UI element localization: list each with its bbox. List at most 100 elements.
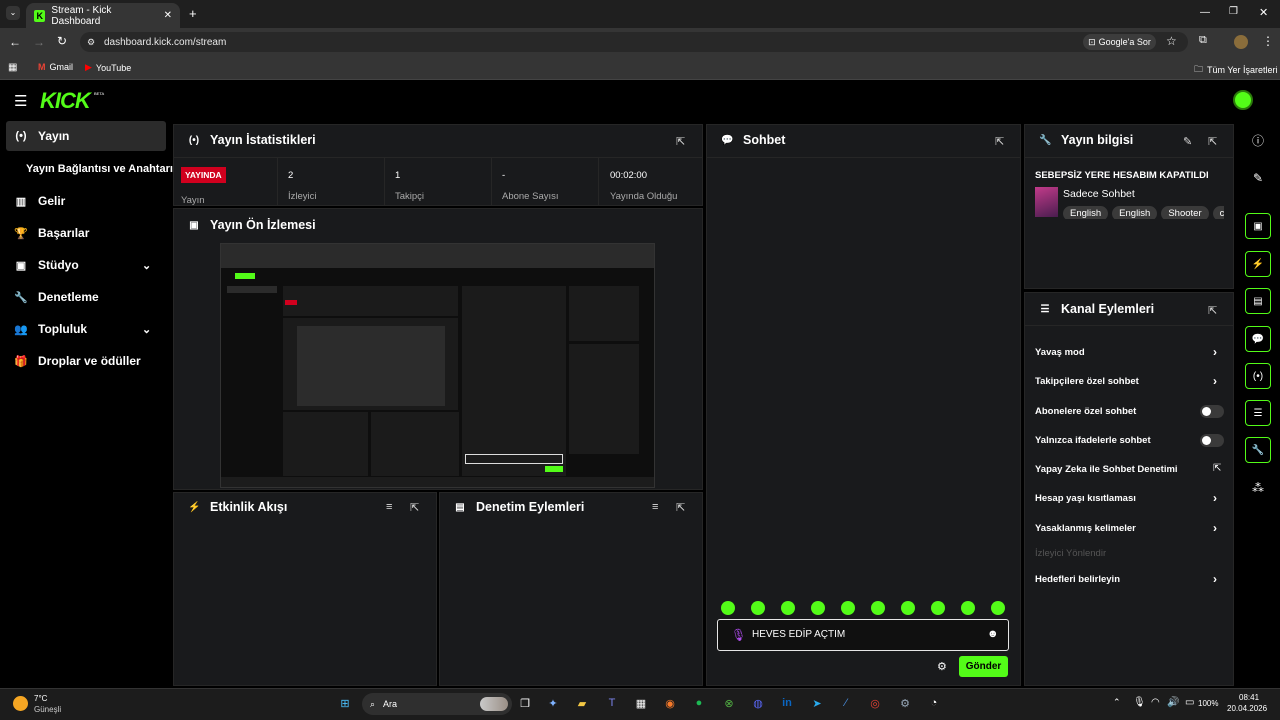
bookmark-gmail[interactable]: M Gmail [38, 62, 73, 72]
emote-icon[interactable] [961, 601, 975, 615]
task-view-icon[interactable]: ❐ [516, 694, 534, 712]
extensions-icon[interactable]: ⧉ [1199, 34, 1207, 47]
close-window-icon[interactable]: ✕ [1259, 6, 1268, 19]
chevron-right-icon[interactable]: › [1213, 491, 1217, 505]
emotes-only-toggle[interactable] [1200, 434, 1224, 447]
popout-icon[interactable]: ⇱ [676, 135, 685, 148]
popout-icon[interactable]: ⇱ [1208, 135, 1217, 148]
chevron-right-icon[interactable]: › [1213, 521, 1217, 535]
url-field[interactable]: ⚙ dashboard.kick.com/stream [80, 32, 1188, 52]
send-button[interactable]: Gönder [959, 656, 1008, 677]
maximize-icon[interactable]: ❐ [1229, 6, 1238, 17]
sidebar-item-studyo[interactable]: ▣ Stüdyo ⌄ [6, 250, 166, 280]
microphone-icon[interactable]: 🎙 [731, 628, 746, 642]
action-set-goals[interactable]: Hedefleri belirleyin [1035, 574, 1120, 585]
filter-icon[interactable]: ≡ [386, 501, 392, 513]
emote-icon[interactable] [931, 601, 945, 615]
action-account-age[interactable]: Hesap yaşı kısıtlaması [1035, 493, 1136, 504]
back-icon[interactable]: ← [9, 35, 21, 49]
browser-menu-icon[interactable]: ⋮ [1262, 34, 1274, 48]
clock-time[interactable]: 08:41 [1239, 693, 1259, 702]
broadcast-widget-icon[interactable]: (•) [1245, 363, 1271, 389]
edit-pencil-icon[interactable]: ✎ [1183, 135, 1192, 148]
editor-icon[interactable]: ⁄ [837, 694, 855, 712]
emote-icon[interactable] [991, 601, 1005, 615]
file-explorer-icon[interactable]: ▰ [573, 694, 591, 712]
google-ask-button[interactable]: ⊡ Google'a Sor [1083, 34, 1156, 50]
chevron-right-icon[interactable]: › [1213, 345, 1217, 359]
action-slow-mode[interactable]: Yavaş mod [1035, 347, 1085, 358]
moderation-widget-icon[interactable]: ▤ [1245, 288, 1271, 314]
kick-logo[interactable]: KICK [40, 88, 91, 114]
close-tab-icon[interactable]: ✕ [164, 10, 172, 21]
sidebar-item-stream-key[interactable]: Yayın Bağlantısı ve Anahtarı [18, 154, 178, 184]
sidebar-item-topluluk[interactable]: 👥 Topluluk ⌄ [6, 314, 166, 344]
emote-icon[interactable] [751, 601, 765, 615]
popout-icon[interactable]: ⇱ [410, 501, 419, 514]
copilot-icon[interactable]: ✦ [544, 694, 562, 712]
emote-icon[interactable] [841, 601, 855, 615]
wifi-icon[interactable]: ◠ [1151, 697, 1160, 708]
volume-icon[interactable]: 🔊 [1167, 697, 1179, 708]
edit-icon[interactable]: ✎ [1245, 165, 1271, 191]
emoji-icon[interactable]: ☻ [987, 628, 999, 640]
wrench-widget-icon[interactable]: 🔧 [1245, 437, 1271, 463]
stream-preview-video[interactable] [220, 243, 655, 488]
emote-icon[interactable] [781, 601, 795, 615]
emote-icon[interactable] [871, 601, 885, 615]
spotify-icon[interactable]: ● [690, 694, 708, 712]
weather-sun-icon[interactable] [13, 696, 28, 711]
tab-list-icon[interactable]: ⌄ [6, 6, 20, 20]
action-ai-moderation[interactable]: Yapay Zeka ile Sohbet Denetimi [1035, 464, 1178, 475]
popout-icon[interactable]: ⇱ [1208, 304, 1217, 317]
chrome-icon[interactable]: ◎ [866, 694, 884, 712]
battery-icon[interactable]: ▭ [1185, 697, 1194, 708]
sidebar-item-basarilar[interactable]: 🏆 Başarılar [6, 218, 166, 248]
action-followers-only[interactable]: Takipçilere özel sohbet [1035, 376, 1139, 387]
all-bookmarks[interactable]: 🗀 Tüm Yer İşaretleri [1194, 62, 1278, 78]
forward-icon[interactable]: → [33, 35, 45, 49]
actions-widget-icon[interactable]: ☰ [1245, 400, 1271, 426]
chevron-right-icon[interactable]: › [1213, 374, 1217, 388]
site-info-icon[interactable]: ⚙ [87, 37, 95, 48]
hamburger-menu-icon[interactable]: ☰ [14, 92, 27, 110]
popout-icon[interactable]: ⇱ [995, 135, 1004, 148]
sidebar-item-gelir[interactable]: ▥ Gelir [6, 186, 166, 216]
action-emotes-only[interactable]: Yalnızca ifadelerle sohbet [1035, 435, 1151, 446]
emote-icon[interactable] [721, 601, 735, 615]
linkedin-icon[interactable]: in [778, 694, 796, 712]
new-tab-icon[interactable]: + [189, 6, 197, 21]
chat-widget-icon[interactable]: 💬 [1245, 326, 1271, 352]
chevron-up-icon[interactable]: ⌃ [1113, 697, 1121, 708]
teams-icon[interactable]: T [603, 694, 621, 712]
discord-icon[interactable]: ◍ [749, 694, 767, 712]
chat-settings-icon[interactable]: ⚙ [937, 660, 947, 673]
profile-avatar-icon[interactable] [1234, 35, 1248, 49]
emote-icon[interactable] [811, 601, 825, 615]
windows-start-icon[interactable]: ⊞ [336, 694, 354, 712]
popout-icon[interactable]: ⇱ [676, 501, 685, 514]
microphone-tray-icon[interactable]: 🎙 [1133, 697, 1146, 708]
bookmark-youtube[interactable]: ▶ YouTube [85, 62, 131, 73]
steam-icon[interactable]: ⚙ [896, 694, 914, 712]
taskbar-search[interactable]: ⌕ Ara [362, 693, 512, 715]
browser-tab[interactable]: K Stream - Kick Dashboard ✕ [26, 3, 180, 28]
blender-icon[interactable]: ◉ [661, 694, 679, 712]
info-icon[interactable]: ⓘ [1245, 127, 1271, 153]
external-link-icon[interactable]: ⇱ [1213, 463, 1221, 474]
filter-icon[interactable]: ≡ [652, 501, 658, 513]
sidebar-item-denetleme[interactable]: 🔧 Denetleme [6, 282, 166, 312]
activity-widget-icon[interactable]: ⚡ [1245, 251, 1271, 277]
subscribers-only-toggle[interactable] [1200, 405, 1224, 418]
clock-date[interactable]: 20.04.2026 [1227, 704, 1267, 713]
obs-icon[interactable]: ◔ [925, 694, 943, 712]
sidebar-item-yayin[interactable]: (•) Yayın [6, 121, 166, 151]
category-name[interactable]: Sadece Sohbet [1063, 188, 1135, 200]
chat-input[interactable]: 🎙 HEVES EDİP AÇTIM ☻ [717, 619, 1009, 651]
telegram-icon[interactable]: ➤ [808, 694, 826, 712]
preview-widget-icon[interactable]: ▣ [1245, 213, 1271, 239]
sidebar-item-droplar[interactable]: 🎁 Droplar ve ödüller [6, 346, 166, 376]
action-banned-words[interactable]: Yasaklanmış kelimeler [1035, 523, 1136, 534]
xbox-icon[interactable]: ⊗ [720, 694, 738, 712]
bookmark-star-icon[interactable]: ☆ [1166, 34, 1177, 48]
